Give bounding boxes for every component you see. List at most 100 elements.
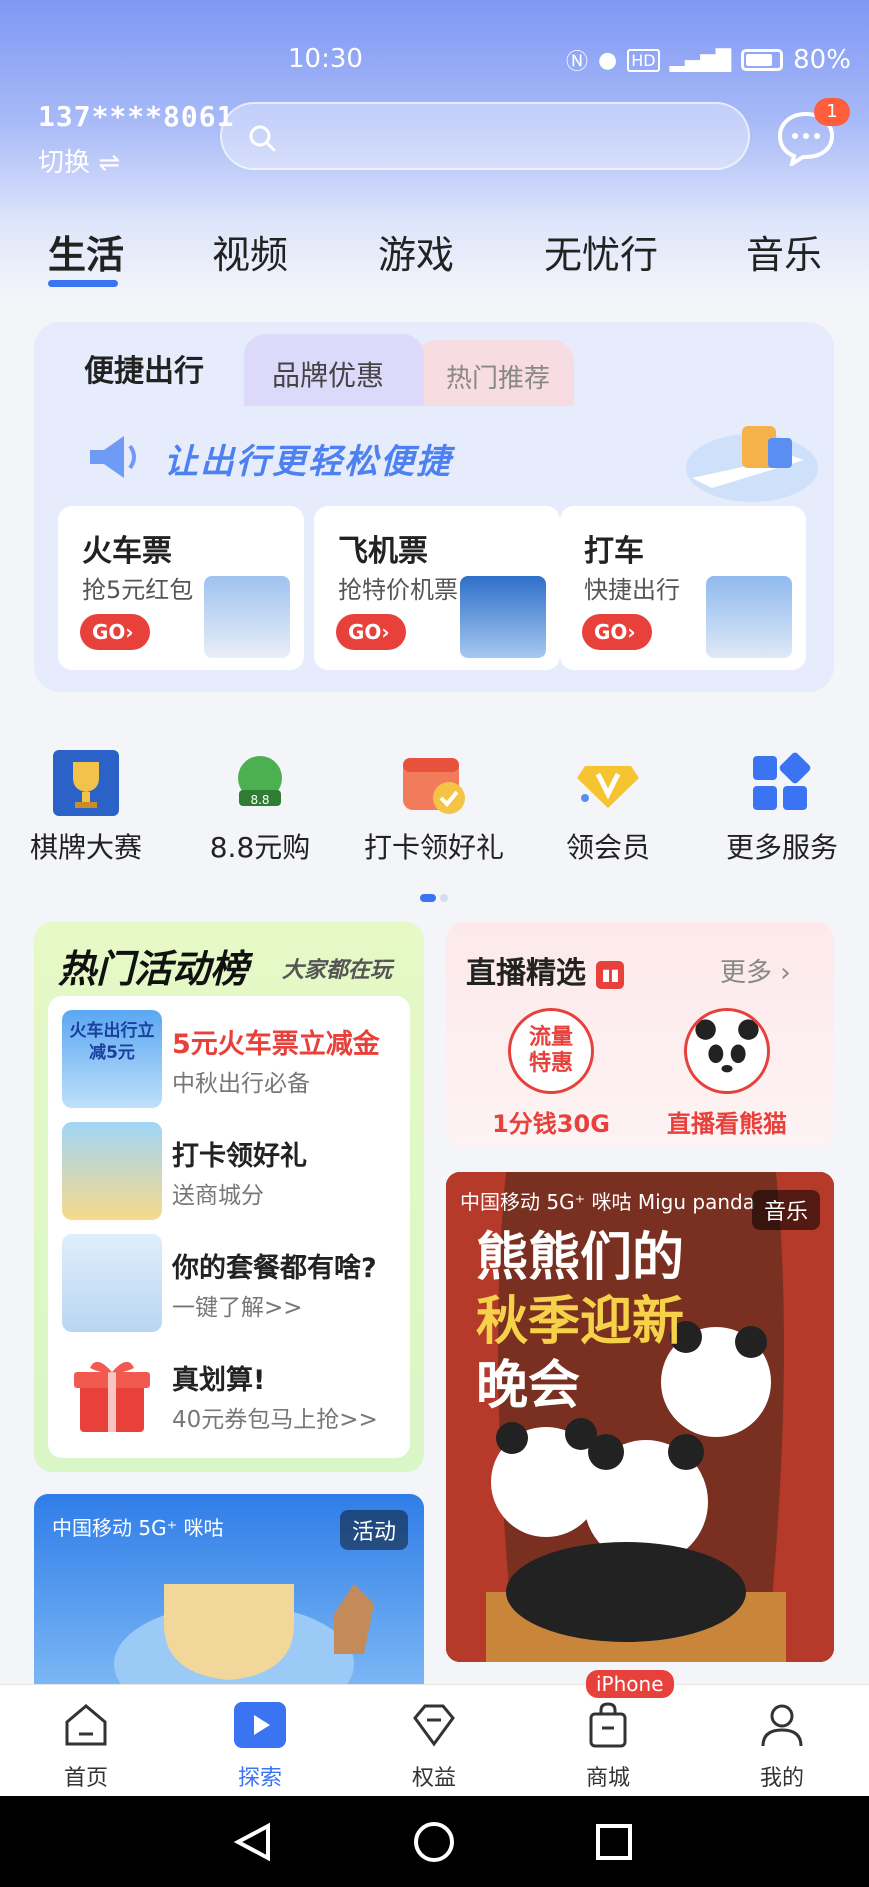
signal-icon: ▂▄▆█ bbox=[669, 48, 732, 72]
taxi-go-button[interactable]: GO› bbox=[582, 614, 652, 650]
flight-ticket-card[interactable]: 飞机票 抢特价机票 GO› bbox=[314, 506, 560, 670]
gift-icon: 8.8 bbox=[238, 756, 282, 807]
live-more-link[interactable]: 更多 › bbox=[720, 952, 791, 989]
hot-activities-subtitle: 大家都在玩 bbox=[282, 958, 393, 983]
live-item-caption: 直播看熊猫 bbox=[667, 1110, 787, 1138]
hot-item-train-coupon[interactable]: 火车出行立减5元 5元火车票立减金 中秋出行必备 bbox=[62, 1010, 402, 1108]
hot-item-plan-info[interactable]: 你的套餐都有啥? 一键了解>> bbox=[62, 1234, 402, 1332]
tab-life[interactable]: 生活 bbox=[48, 224, 124, 279]
live-item-caption: 1分钱30G bbox=[492, 1110, 610, 1138]
home-icon bbox=[65, 1704, 107, 1746]
status-bar: 10:30 Ⓝ ● HD ▂▄▆█ 80% bbox=[0, 40, 869, 80]
poster-music-tag: 音乐 bbox=[752, 1190, 821, 1230]
woman-portrait-image bbox=[62, 1234, 162, 1332]
nav-label: 商城 bbox=[585, 1766, 630, 1791]
megaphone-icon bbox=[90, 436, 136, 478]
nav-label: 探索 bbox=[237, 1766, 282, 1791]
top-tabs: 生活 视频 游戏 无忧行 音乐 bbox=[0, 224, 869, 284]
data-deal-badge: 流量特惠 bbox=[508, 1008, 594, 1094]
train-coupon-image: 火车出行立减5元 bbox=[62, 1010, 162, 1108]
service-label: 8.8元购 bbox=[209, 831, 311, 864]
travel-banner-text: 让出行更轻松便捷 bbox=[164, 442, 452, 482]
hd-icon: HD bbox=[627, 48, 660, 72]
train-ticket-subtitle: 抢5元红包 bbox=[82, 576, 194, 604]
nav-home[interactable]: 首页 bbox=[26, 1700, 146, 1792]
page-indicator bbox=[420, 894, 448, 902]
hot-item-desc: 送商城分 bbox=[172, 1183, 264, 1209]
service-label: 领会员 bbox=[565, 831, 650, 864]
live-item-data-deal[interactable]: 流量特惠 1分钱30G bbox=[476, 1008, 626, 1139]
hot-item-checkin[interactable]: 打卡领好礼 送商城分 bbox=[62, 1122, 402, 1220]
search-input[interactable] bbox=[220, 102, 750, 170]
hot-item-desc: 中秋出行必备 bbox=[172, 1071, 310, 1097]
hot-item-title: 5元火车票立减金 bbox=[172, 1029, 380, 1060]
service-label: 棋牌大赛 bbox=[29, 831, 142, 864]
switch-account-button[interactable]: 切换 ⇌ bbox=[38, 142, 120, 179]
plane-luggage-illustration bbox=[686, 426, 818, 502]
hot-activities-title: 热门活动榜 bbox=[58, 947, 249, 991]
service-8-8-buy[interactable]: 8.8 8.8元购 bbox=[180, 748, 340, 866]
taxi-subtitle: 快捷出行 bbox=[584, 576, 680, 604]
trophy-icon bbox=[53, 750, 119, 816]
flight-go-button[interactable]: GO› bbox=[336, 614, 406, 650]
service-label: 更多服务 bbox=[725, 831, 838, 864]
panda-avatar bbox=[684, 1008, 770, 1094]
live-picks-title: 直播精选 ▮▮ bbox=[466, 948, 625, 992]
status-time: 10:30 bbox=[288, 44, 363, 74]
train-image bbox=[204, 576, 290, 658]
hot-item-title: 打卡领好礼 bbox=[172, 1141, 307, 1172]
tab-games[interactable]: 游戏 bbox=[378, 224, 454, 279]
home-circle-icon bbox=[414, 1822, 454, 1862]
tab-video[interactable]: 视频 bbox=[212, 224, 288, 279]
tab-wuyouxing[interactable]: 无忧行 bbox=[544, 224, 658, 279]
location-icon: ● bbox=[598, 47, 618, 73]
hot-item-coupon-pack[interactable]: 真划算! 40元券包马上抢>> bbox=[62, 1346, 402, 1444]
hot-item-desc: 40元券包马上抢>> bbox=[172, 1407, 378, 1433]
explore-play-icon bbox=[234, 1702, 286, 1748]
train-ticket-card[interactable]: 火车票 抢5元红包 GO› bbox=[58, 506, 304, 670]
active-tab-indicator bbox=[48, 280, 118, 287]
hot-item-title: 你的套餐都有啥? bbox=[172, 1253, 377, 1284]
hot-item-title: 真划算! bbox=[172, 1365, 266, 1396]
iphone-tag: iPhone bbox=[586, 1670, 674, 1698]
airplane-image bbox=[460, 576, 546, 658]
shopping-bag-icon bbox=[589, 1702, 627, 1748]
nav-explore[interactable]: 探索 bbox=[200, 1700, 320, 1792]
activity-tag: 活动 bbox=[340, 1510, 409, 1550]
poster-brand-logos: 中国移动 5G⁺ 咪咕 Migu panda bbox=[460, 1190, 755, 1214]
live-picks-title-text: 直播精选 bbox=[466, 956, 586, 991]
tab-hot-recommend[interactable]: 热门推荐 bbox=[414, 340, 574, 406]
service-checkin-gift[interactable]: 打卡领好礼 bbox=[354, 748, 514, 866]
profile-icon bbox=[761, 1704, 803, 1747]
poster-title-line2: 秋季迎新 bbox=[476, 1292, 685, 1352]
nav-mall[interactable]: 商城 bbox=[548, 1700, 668, 1792]
checkin-calendar-image bbox=[62, 1122, 162, 1220]
phone-number[interactable]: 137****8061 bbox=[38, 100, 234, 133]
train-coupon-image-text: 火车出行立减5元 bbox=[69, 1021, 155, 1063]
service-get-membership[interactable]: 领会员 bbox=[528, 748, 688, 866]
service-label: 打卡领好礼 bbox=[363, 831, 504, 864]
panda-icon bbox=[695, 1019, 759, 1086]
flight-ticket-subtitle: 抢特价机票 bbox=[338, 576, 458, 604]
nfc-icon: Ⓝ bbox=[566, 50, 589, 75]
tab-brand-deals[interactable]: 品牌优惠 bbox=[244, 334, 424, 406]
nav-label: 权益 bbox=[411, 1766, 456, 1791]
poster-title-line1: 熊熊们的 bbox=[476, 1228, 685, 1288]
vip-diamond-icon bbox=[577, 766, 639, 808]
service-chess-contest[interactable]: 棋牌大赛 bbox=[6, 748, 166, 866]
car-image bbox=[706, 576, 792, 658]
live-item-panda[interactable]: 直播看熊猫 bbox=[652, 1008, 802, 1139]
gift-box-icon bbox=[74, 1361, 150, 1432]
taxi-card[interactable]: 打车 快捷出行 GO› bbox=[560, 506, 806, 670]
train-go-button[interactable]: GO› bbox=[80, 614, 150, 650]
nav-profile[interactable]: 我的 bbox=[722, 1700, 842, 1792]
activity-brand-logos: 中国移动 5G⁺ 咪咕 bbox=[52, 1516, 224, 1540]
taxi-title: 打车 bbox=[584, 534, 644, 569]
system-nav-bar bbox=[0, 1796, 869, 1887]
tab-convenient-travel[interactable]: 便捷出行 bbox=[34, 322, 244, 406]
tab-music[interactable]: 音乐 bbox=[746, 224, 822, 279]
nav-benefits[interactable]: 权益 bbox=[374, 1700, 494, 1792]
service-more[interactable]: 更多服务 bbox=[702, 748, 862, 866]
calendar-check-icon bbox=[403, 758, 465, 814]
hot-item-desc: 一键了解>> bbox=[172, 1295, 303, 1321]
